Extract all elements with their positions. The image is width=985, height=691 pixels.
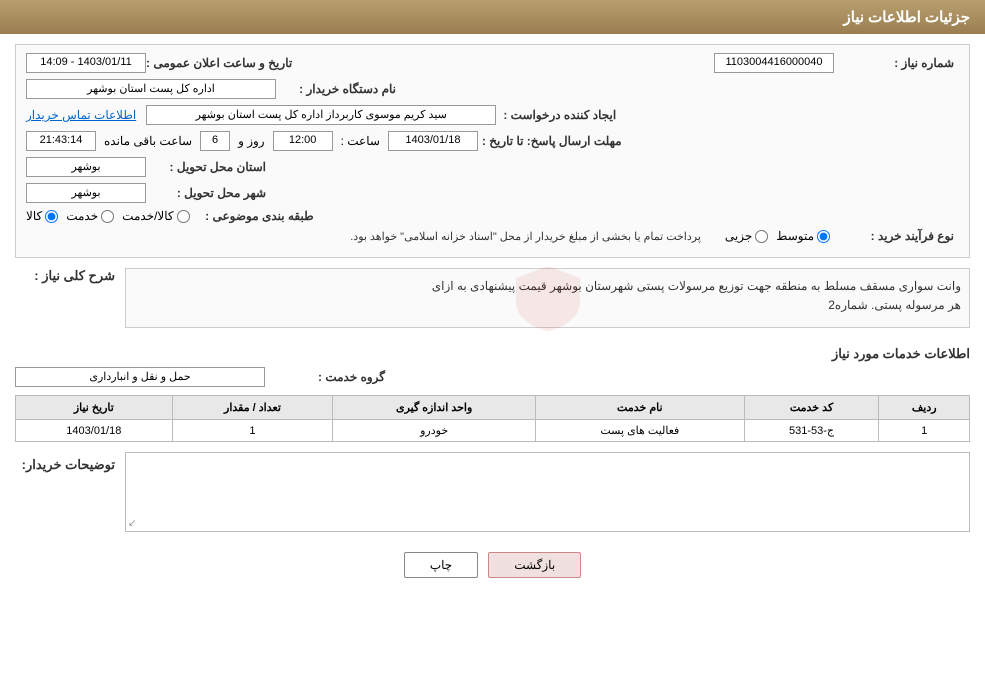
cell-quantity: 1 xyxy=(172,420,333,442)
response-time-value: 12:00 xyxy=(273,131,333,151)
org-name-value: اداره کل پست استان بوشهر xyxy=(26,79,276,99)
col-header-unit: واحد اندازه گیری xyxy=(333,396,536,420)
print-button[interactable]: چاپ xyxy=(404,552,478,578)
row-response-deadline: مهلت ارسال پاسخ: تا تاریخ : 1403/01/18 س… xyxy=(26,131,959,151)
response-deadline-label: مهلت ارسال پاسخ: تا تاریخ : xyxy=(482,134,622,148)
row-category: طبقه بندی موضوعی : کالا/خدمت خدمت کالا xyxy=(26,209,959,223)
cell-name: فعالیت های پست xyxy=(536,420,745,442)
cell-unit: خودرو xyxy=(333,420,536,442)
purchase-type-label: نوع فرآیند خرید : xyxy=(834,229,954,243)
cell-code: ج-53-531 xyxy=(744,420,879,442)
category-goods-label: کالا xyxy=(26,209,42,223)
payment-note: پرداخت تمام یا بخشی از مبلغ خریدار از مح… xyxy=(26,230,701,243)
category-label: طبقه بندی موضوعی : xyxy=(194,209,314,223)
purchase-medium-radio[interactable] xyxy=(817,230,830,243)
page-header: جزئیات اطلاعات نیاز xyxy=(0,0,985,34)
response-days-value: 6 xyxy=(200,131,230,151)
page-wrapper: جزئیات اطلاعات نیاز شماره نیاز : 1103004… xyxy=(0,0,985,691)
purchase-medium-item: متوسط xyxy=(776,229,830,243)
announcement-value: 1403/01/11 - 14:09 xyxy=(26,53,146,73)
description-line2: هر مرسوله پستی. شماره2 xyxy=(828,298,961,312)
description-box: وانت سواری مسقف مسلط به منطقه جهت توزیع … xyxy=(125,268,970,328)
row-need-number: شماره نیاز : 1103004416000040 تاریخ و سا… xyxy=(26,53,959,73)
city-value: بوشهر xyxy=(26,183,146,203)
col-header-row: ردیف xyxy=(879,396,970,420)
col-header-date: تاریخ نیاز xyxy=(16,396,173,420)
announcement-label: تاریخ و ساعت اعلان عمومی : xyxy=(146,56,292,70)
creator-value: سید کریم موسوی کاربرداز اداره کل پست است… xyxy=(146,105,496,125)
row-creator: ایجاد کننده درخواست : سید کریم موسوی کار… xyxy=(26,105,959,125)
purchase-partial-label: جزیی xyxy=(725,229,752,243)
category-goods-item: کالا xyxy=(26,209,58,223)
category-goods-service-item: کالا/خدمت xyxy=(122,209,189,223)
cell-row: 1 xyxy=(879,420,970,442)
buyer-notes-label: توضیحات خریدار: xyxy=(22,457,115,472)
notes-box: ↙ xyxy=(125,452,970,532)
province-value: بوشهر xyxy=(26,157,146,177)
response-days-label: روز و xyxy=(238,134,265,148)
row-service-group: گروه خدمت : حمل و نقل و انبارداری xyxy=(15,367,970,387)
response-time-label: ساعت : xyxy=(341,134,380,148)
table-row: 1 ج-53-531 فعالیت های پست خودرو 1 1403/0… xyxy=(16,420,970,442)
row-purchase-type: نوع فرآیند خرید : متوسط جزیی پرداخت تمام… xyxy=(26,229,959,243)
description-title: شرح کلی نیاز : xyxy=(34,268,115,283)
cell-date: 1403/01/18 xyxy=(16,420,173,442)
category-service-label: خدمت xyxy=(66,209,98,223)
service-group-label: گروه خدمت : xyxy=(265,370,385,384)
services-table: ردیف کد خدمت نام خدمت واحد اندازه گیری ت… xyxy=(15,395,970,442)
services-table-section: ردیف کد خدمت نام خدمت واحد اندازه گیری ت… xyxy=(15,395,970,442)
page-title: جزئیات اطلاعات نیاز xyxy=(844,9,971,26)
category-goods-service-label: کالا/خدمت xyxy=(122,209,173,223)
row-province: استان محل تحویل : بوشهر xyxy=(26,157,959,177)
response-remaining-label: ساعت باقی مانده xyxy=(104,134,192,148)
row-org-name: نام دستگاه خریدار : اداره کل پست استان ب… xyxy=(26,79,959,99)
purchase-partial-radio[interactable] xyxy=(755,230,768,243)
province-label: استان محل تحویل : xyxy=(146,160,266,174)
need-number-label: شماره نیاز : xyxy=(834,56,954,70)
purchase-medium-label: متوسط xyxy=(776,229,814,243)
response-date-value: 1403/01/18 xyxy=(388,131,478,151)
col-header-quantity: تعداد / مقدار xyxy=(172,396,333,420)
org-name-label: نام دستگاه خریدار : xyxy=(276,82,396,96)
category-service-radio[interactable] xyxy=(101,210,114,223)
need-number-value: 1103004416000040 xyxy=(714,53,834,73)
service-group-value: حمل و نقل و انبارداری xyxy=(15,367,265,387)
notes-label-area: توضیحات خریدار: xyxy=(15,452,115,473)
category-service-item: خدمت xyxy=(66,209,114,223)
footer-buttons: بازگشت چاپ xyxy=(15,542,970,588)
resize-handle: ↙ xyxy=(128,518,136,529)
purchase-radio-group: متوسط جزیی xyxy=(725,229,830,243)
response-remaining-value: 21:43:14 xyxy=(26,131,96,151)
category-goods-service-radio[interactable] xyxy=(177,210,190,223)
main-content: شماره نیاز : 1103004416000040 تاریخ و سا… xyxy=(0,34,985,598)
category-goods-radio[interactable] xyxy=(45,210,58,223)
watermark-logo xyxy=(508,258,588,338)
description-container: وانت سواری مسقف مسلط به منطقه جهت توزیع … xyxy=(15,268,970,338)
col-header-code: کد خدمت xyxy=(744,396,879,420)
buyer-notes-section: ↙ توضیحات خریدار: xyxy=(15,452,970,532)
col-header-name: نام خدمت xyxy=(536,396,745,420)
back-button[interactable]: بازگشت xyxy=(488,552,581,578)
category-radio-group: کالا/خدمت خدمت کالا xyxy=(26,209,190,223)
services-section-title: اطلاعات خدمات مورد نیاز xyxy=(15,346,970,362)
purchase-partial-item: جزیی xyxy=(725,229,768,243)
contact-link[interactable]: اطلاعات تماس خریدار xyxy=(26,108,136,122)
city-label: شهر محل تحویل : xyxy=(146,186,266,200)
info-section: شماره نیاز : 1103004416000040 تاریخ و سا… xyxy=(15,44,970,258)
row-city: شهر محل تحویل : بوشهر xyxy=(26,183,959,203)
creator-label: ایجاد کننده درخواست : xyxy=(496,108,616,122)
description-label-area: شرح کلی نیاز : xyxy=(15,268,115,284)
